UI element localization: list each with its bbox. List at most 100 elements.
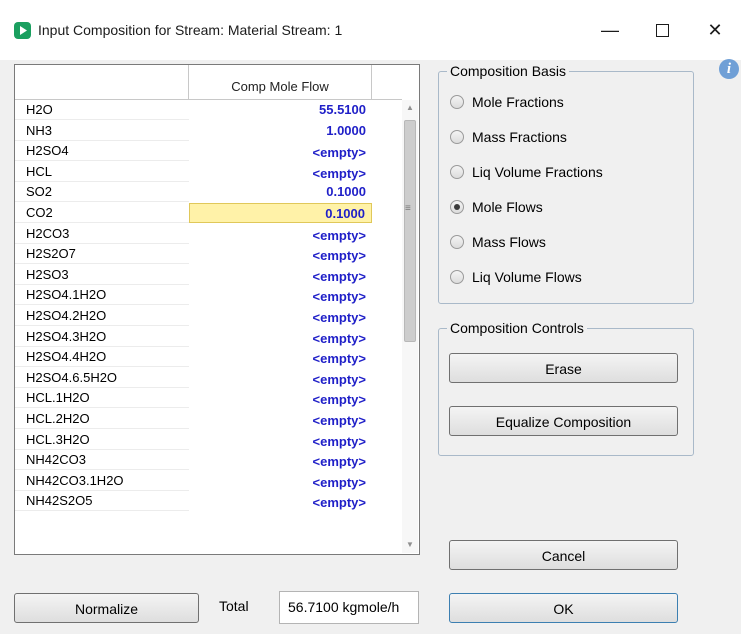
component-name-cell: H2SO4 bbox=[15, 141, 189, 162]
component-name-cell: HCL.2H2O bbox=[15, 409, 189, 429]
radio-option-mass-flows[interactable]: Mass Flows bbox=[450, 232, 546, 252]
table-row[interactable]: NH3 1.0000 bbox=[15, 121, 402, 142]
component-name-cell: NH42CO3 bbox=[15, 450, 189, 471]
table-row[interactable]: HCL.1H2O <empty> bbox=[15, 388, 402, 409]
scroll-thumb[interactable] bbox=[404, 120, 416, 342]
radio-option-mass-fractions[interactable]: Mass Fractions bbox=[450, 127, 567, 147]
mole-flow-cell[interactable]: <empty> bbox=[189, 450, 372, 470]
composition-controls-group: Composition Controls Erase Equalize Comp… bbox=[438, 320, 694, 456]
component-name-cell: H2SO4.4H2O bbox=[15, 347, 189, 368]
radio-button-icon[interactable] bbox=[450, 200, 464, 214]
table-row[interactable]: NH42CO3.1H2O <empty> bbox=[15, 471, 402, 492]
radio-label: Mass Flows bbox=[472, 234, 546, 250]
component-name-cell: H2S2O7 bbox=[15, 244, 189, 265]
table-row[interactable]: H2SO4.1H2O <empty> bbox=[15, 285, 402, 306]
close-button[interactable]: ✕ bbox=[692, 14, 738, 46]
vertical-scrollbar[interactable]: ▲ ≡ ▼ bbox=[402, 100, 418, 553]
mole-flow-cell[interactable]: <empty> bbox=[189, 141, 372, 161]
component-name-cell: H2SO4.3H2O bbox=[15, 327, 189, 347]
maximize-icon bbox=[655, 24, 669, 37]
radio-label: Mole Flows bbox=[472, 199, 543, 215]
table-row[interactable]: H2SO4 <empty> bbox=[15, 141, 402, 162]
component-name-cell: NH42CO3.1H2O bbox=[15, 471, 189, 491]
composition-basis-group: Composition Basis Mole Fractions Mass Fra… bbox=[438, 63, 694, 304]
radio-button-icon[interactable] bbox=[450, 130, 464, 144]
radio-button-icon[interactable] bbox=[450, 165, 464, 179]
radio-option-mole-flows[interactable]: Mole Flows bbox=[450, 197, 543, 217]
info-icon[interactable]: i bbox=[719, 59, 739, 79]
table-row[interactable]: NH42CO3 <empty> bbox=[15, 450, 402, 471]
table-row[interactable]: H2SO3 <empty> bbox=[15, 265, 402, 286]
total-value-field: 56.7100 kgmole/h bbox=[279, 591, 419, 624]
component-name-cell: HCL bbox=[15, 162, 189, 182]
radio-button-icon[interactable] bbox=[450, 270, 464, 284]
mole-flow-cell[interactable]: <empty> bbox=[189, 409, 372, 429]
component-name-cell: H2SO4.1H2O bbox=[15, 285, 189, 306]
normalize-button[interactable]: Normalize bbox=[14, 593, 199, 623]
table-row[interactable]: H2CO3 <empty> bbox=[15, 224, 402, 245]
grid-header-filler bbox=[372, 65, 402, 100]
table-row[interactable]: H2SO4.3H2O <empty> bbox=[15, 327, 402, 348]
scroll-down-icon[interactable]: ▼ bbox=[402, 537, 418, 553]
component-name-cell: NH3 bbox=[15, 121, 189, 141]
radio-option-liq-volume-fractions[interactable]: Liq Volume Fractions bbox=[450, 162, 603, 182]
mole-flow-cell[interactable]: <empty> bbox=[189, 368, 372, 388]
table-row[interactable]: NH42S2O5 <empty> bbox=[15, 491, 402, 512]
table-row[interactable]: H2S2O7 <empty> bbox=[15, 244, 402, 265]
radio-label: Liq Volume Fractions bbox=[472, 164, 603, 180]
mole-flow-cell[interactable]: <empty> bbox=[189, 471, 372, 491]
ok-button[interactable]: OK bbox=[449, 593, 678, 623]
mole-flow-cell[interactable]: <empty> bbox=[189, 430, 372, 450]
mole-flow-cell[interactable]: 1.0000 bbox=[189, 121, 372, 141]
component-name-cell: H2SO4.6.5H2O bbox=[15, 368, 189, 388]
radio-button-icon[interactable] bbox=[450, 95, 464, 109]
mole-flow-cell[interactable]: <empty> bbox=[189, 327, 372, 347]
mole-flow-cell[interactable]: <empty> bbox=[189, 306, 372, 326]
table-row[interactable]: H2SO4.6.5H2O <empty> bbox=[15, 368, 402, 389]
component-name-cell: H2CO3 bbox=[15, 224, 189, 244]
column-header-comp-mole-flow: Comp Mole Flow bbox=[189, 65, 372, 100]
table-row[interactable]: CO2 0.1000 bbox=[15, 202, 402, 224]
scroll-grip-icon: ≡ bbox=[405, 203, 411, 214]
mole-flow-cell[interactable]: <empty> bbox=[189, 491, 372, 511]
mole-flow-cell[interactable]: <empty> bbox=[189, 162, 372, 182]
mole-flow-cell[interactable]: <empty> bbox=[189, 347, 372, 367]
mole-flow-cell[interactable]: <empty> bbox=[189, 224, 372, 244]
table-row[interactable]: HCL <empty> bbox=[15, 162, 402, 183]
radio-button-icon[interactable] bbox=[450, 235, 464, 249]
app-icon bbox=[14, 22, 31, 39]
erase-button[interactable]: Erase bbox=[449, 353, 678, 383]
equalize-composition-button[interactable]: Equalize Composition bbox=[449, 406, 678, 436]
component-name-cell: H2SO4.2H2O bbox=[15, 306, 189, 326]
scroll-up-icon[interactable]: ▲ bbox=[402, 100, 418, 116]
grid-header: Comp Mole Flow bbox=[15, 65, 402, 100]
component-name-cell: CO2 bbox=[15, 203, 189, 223]
table-row[interactable]: H2SO4.2H2O <empty> bbox=[15, 306, 402, 327]
mole-flow-cell[interactable]: <empty> bbox=[189, 388, 372, 408]
cancel-button[interactable]: Cancel bbox=[449, 540, 678, 570]
mole-flow-cell[interactable]: <empty> bbox=[189, 265, 372, 285]
total-label: Total bbox=[219, 598, 249, 614]
maximize-button[interactable] bbox=[639, 14, 685, 46]
mole-flow-cell[interactable]: <empty> bbox=[189, 244, 372, 264]
grid-corner bbox=[15, 65, 189, 100]
radio-label: Mass Fractions bbox=[472, 129, 567, 145]
composition-controls-title: Composition Controls bbox=[447, 320, 587, 336]
radio-option-liq-volume-flows[interactable]: Liq Volume Flows bbox=[450, 267, 582, 287]
table-row[interactable]: H2O 55.5100 bbox=[15, 100, 402, 121]
title-bar: Input Composition for Stream: Material S… bbox=[0, 0, 741, 60]
table-row[interactable]: HCL.2H2O <empty> bbox=[15, 409, 402, 430]
minimize-button[interactable]: — bbox=[587, 14, 633, 46]
table-row[interactable]: HCL.3H2O <empty> bbox=[15, 430, 402, 451]
radio-option-mole-fractions[interactable]: Mole Fractions bbox=[450, 92, 564, 112]
component-name-cell: HCL.3H2O bbox=[15, 430, 189, 450]
mole-flow-cell[interactable]: 0.1000 bbox=[189, 202, 372, 223]
composition-grid: Comp Mole Flow H2O 55.5100 NH3 1.0000 H2SO4 <… bbox=[14, 64, 420, 555]
mole-flow-cell[interactable]: 0.1000 bbox=[189, 182, 372, 202]
component-name-cell: H2SO3 bbox=[15, 265, 189, 285]
radio-label: Mole Fractions bbox=[472, 94, 564, 110]
mole-flow-cell[interactable]: 55.5100 bbox=[189, 100, 372, 120]
table-row[interactable]: H2SO4.4H2O <empty> bbox=[15, 347, 402, 368]
table-row[interactable]: SO2 0.1000 bbox=[15, 182, 402, 203]
mole-flow-cell[interactable]: <empty> bbox=[189, 285, 372, 305]
